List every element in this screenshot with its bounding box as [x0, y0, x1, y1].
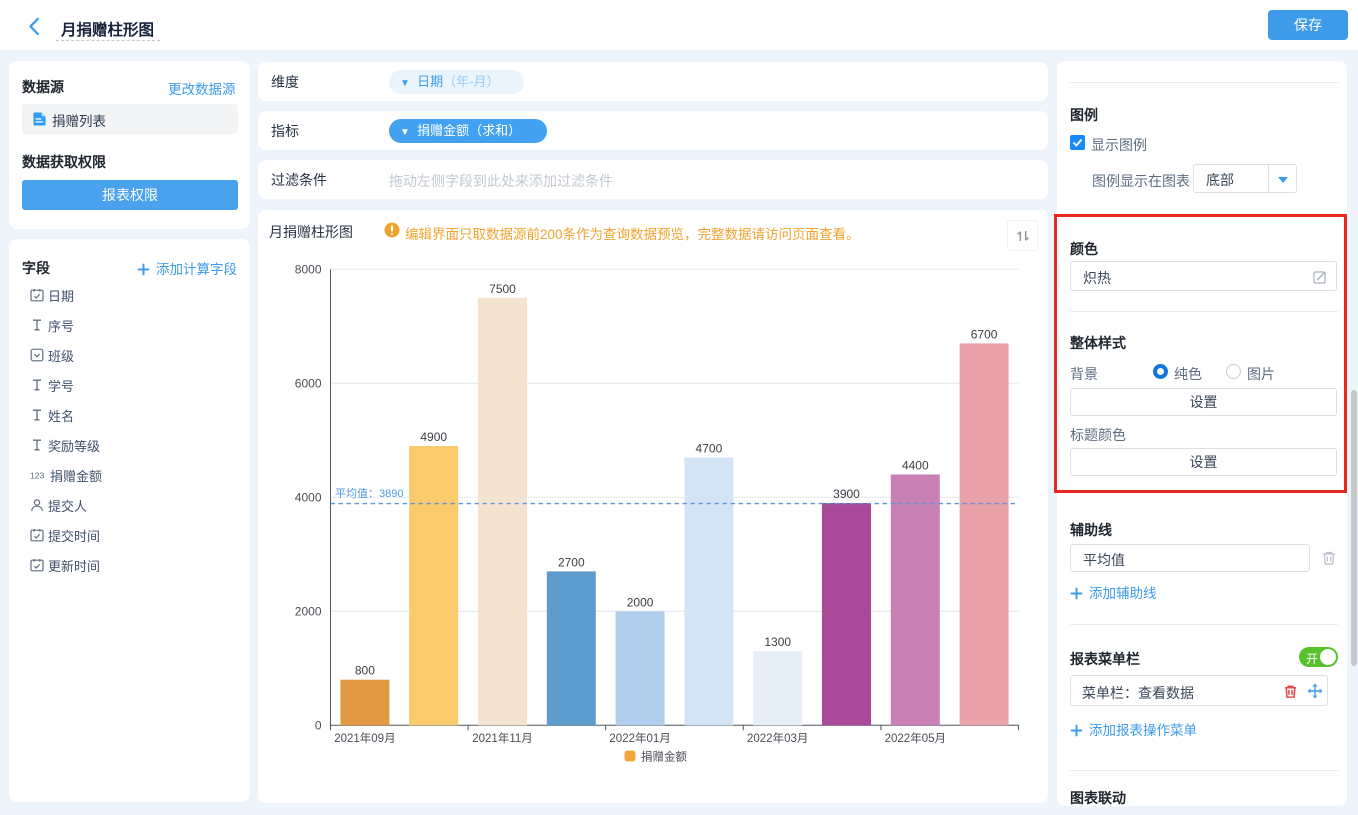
svg-text:4900: 4900 [420, 430, 447, 444]
svg-text:捐赠金额: 捐赠金额 [641, 750, 687, 764]
svg-text:8000: 8000 [295, 263, 322, 277]
svg-text:2000: 2000 [295, 605, 322, 619]
svg-text:2021年11月: 2021年11月 [472, 731, 533, 745]
svg-text:800: 800 [355, 664, 375, 678]
svg-text:4400: 4400 [902, 459, 929, 473]
svg-text:平均值：3890: 平均值：3890 [335, 487, 403, 500]
svg-text:2000: 2000 [627, 595, 654, 609]
svg-text:3900: 3900 [833, 487, 860, 501]
svg-text:6000: 6000 [295, 377, 322, 391]
svg-text:7500: 7500 [489, 282, 516, 296]
svg-text:4000: 4000 [295, 491, 322, 505]
svg-text:2022年05月: 2022年05月 [885, 731, 946, 745]
svg-text:2021年09月: 2021年09月 [334, 731, 395, 745]
svg-text:2022年03月: 2022年03月 [747, 731, 808, 745]
svg-text:2022年01月: 2022年01月 [609, 731, 670, 745]
svg-text:2700: 2700 [558, 555, 585, 569]
svg-text:6700: 6700 [971, 327, 998, 341]
svg-text:123: 123 [30, 471, 44, 481]
svg-text:1300: 1300 [764, 635, 791, 649]
svg-text:0: 0 [315, 719, 322, 733]
svg-text:4700: 4700 [696, 441, 723, 455]
